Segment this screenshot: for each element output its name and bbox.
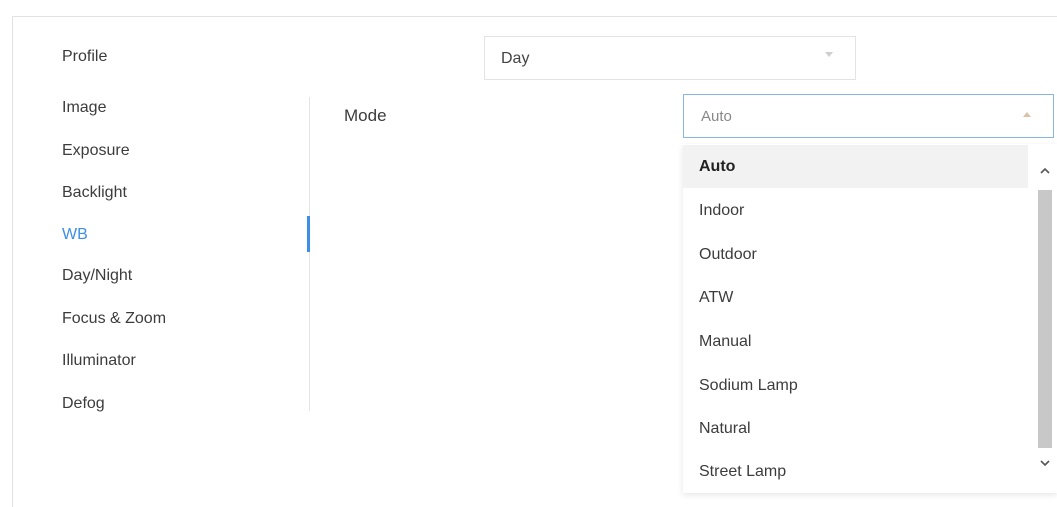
sidebar-item-focus-zoom[interactable]: Focus & Zoom [62, 310, 166, 328]
mode-option-sodium-lamp[interactable]: Sodium Lamp [683, 364, 1028, 407]
mode-option-indoor[interactable]: Indoor [683, 189, 1028, 232]
mode-option-outdoor[interactable]: Outdoor [683, 233, 1028, 276]
mode-option-auto[interactable]: Auto [683, 145, 1028, 188]
scroll-up-arrow-icon[interactable] [1038, 164, 1052, 178]
sidebar: Image Exposure Backlight WB Day/Night Fo… [0, 0, 320, 493]
mode-option-manual[interactable]: Manual [683, 320, 1028, 363]
profile-select[interactable]: Day [484, 36, 856, 80]
mode-option-atw[interactable]: ATW [683, 276, 1028, 319]
dropdown-scrollbar[interactable] [1031, 144, 1057, 493]
mode-option-natural[interactable]: Natural [683, 407, 1028, 450]
sidebar-item-defog[interactable]: Defog [62, 395, 105, 413]
mode-select-value: Auto [701, 108, 732, 125]
sidebar-item-day-night[interactable]: Day/Night [62, 267, 132, 285]
sidebar-item-backlight[interactable]: Backlight [62, 184, 127, 202]
sidebar-active-indicator [307, 216, 310, 252]
mode-option-street-lamp[interactable]: Street Lamp [683, 450, 1028, 493]
scrollbar-thumb[interactable] [1038, 190, 1052, 448]
mode-label: Mode [344, 106, 387, 125]
chevron-up-icon [1023, 112, 1031, 117]
sidebar-item-illuminator[interactable]: Illuminator [62, 352, 136, 370]
scroll-down-arrow-icon[interactable] [1038, 456, 1052, 470]
mode-dropdown-list: Auto Indoor Outdoor ATW Manual Sodium La… [683, 144, 1057, 493]
sidebar-item-image[interactable]: Image [62, 99, 106, 117]
mode-select[interactable]: Auto [683, 94, 1054, 138]
chevron-down-icon [825, 52, 833, 57]
sidebar-item-exposure[interactable]: Exposure [62, 142, 130, 160]
profile-select-value: Day [501, 50, 530, 67]
sidebar-item-wb[interactable]: WB [62, 226, 88, 244]
sidebar-divider [309, 97, 310, 411]
